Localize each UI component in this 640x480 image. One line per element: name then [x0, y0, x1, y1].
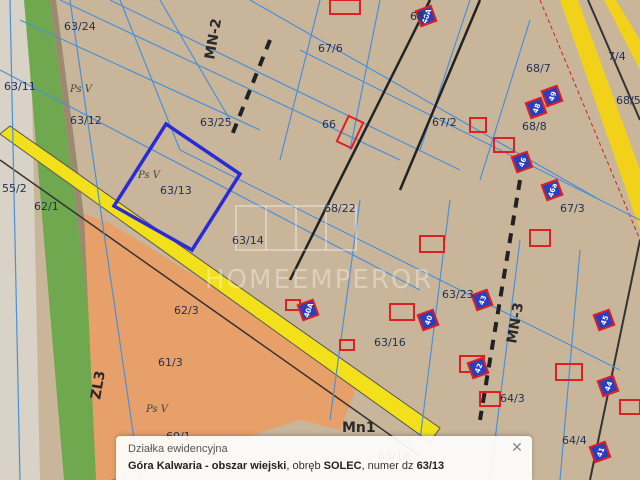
parcel-label-63-25: 63/25 [200, 116, 232, 129]
close-icon[interactable]: ✕ [510, 440, 524, 454]
parcel-number-prefix: , numer dz [361, 460, 417, 472]
parcel-label-64-4: 64/4 [562, 434, 587, 447]
soil-label-1: Ps V [69, 84, 94, 95]
parcel-info-panel: Działka ewidencyjna ✕ Góra Kalwaria - ob… [116, 436, 532, 480]
info-panel-body: Góra Kalwaria - obszar wiejski, obręb SO… [128, 460, 444, 472]
parcel-label-68-: 68/ [410, 10, 428, 23]
cadastral-map[interactable]: 40A49484646a40A4340 45424441 HOMEEMPEROR … [0, 0, 640, 480]
precinct-name: SOLEC [323, 460, 362, 472]
parcel-label-68-5: 68/5 [616, 94, 640, 107]
precinct-prefix: , obręb [286, 460, 324, 472]
parcel-label-63-12: 63/12 [70, 114, 102, 127]
parcel-label-63-11: 63/11 [4, 80, 36, 93]
parcel-label-67-6: 67/6 [318, 42, 343, 55]
parcel-label-55-2: 55/2 [2, 182, 27, 195]
soil-label-3: Ps V [137, 170, 162, 181]
parcel-label-68-22: 68/22 [324, 202, 356, 215]
parcel-label-63-14: 63/14 [232, 234, 264, 247]
parcel-label-62-3: 62/3 [174, 304, 199, 317]
info-panel-title: Działka ewidencyjna [128, 443, 228, 455]
parcel-label-63-16: 63/16 [374, 336, 406, 349]
parcel-label-68-7: 68/7 [526, 62, 551, 75]
watermark-text: HOMEEMPEROR [205, 265, 433, 295]
soil-label-2: Ps V [145, 404, 170, 415]
parcel-label-63-13: 63/13 [160, 184, 192, 197]
municipality-name: Góra Kalwaria - obszar wiejski [128, 460, 287, 472]
parcel-label-64-3: 64/3 [500, 392, 525, 405]
parcel-label-61-3: 61/3 [158, 356, 183, 369]
parcel-label-63-24: 63/24 [64, 20, 96, 33]
parcel-label-7-4: 7/4 [608, 50, 626, 63]
parcel-label-66: 66 [322, 118, 336, 131]
parcel-label-67-3: 67/3 [560, 202, 585, 215]
parcel-label-63-23: 63/23 [442, 288, 474, 301]
parcel-number: 63/13 [416, 460, 445, 472]
zone-label-mn1: Mn1 [342, 420, 376, 436]
parcel-label-68-8: 68/8 [522, 120, 547, 133]
parcel-label-62-1: 62/1 [34, 200, 59, 213]
parcel-label-67-2: 67/2 [432, 116, 457, 129]
